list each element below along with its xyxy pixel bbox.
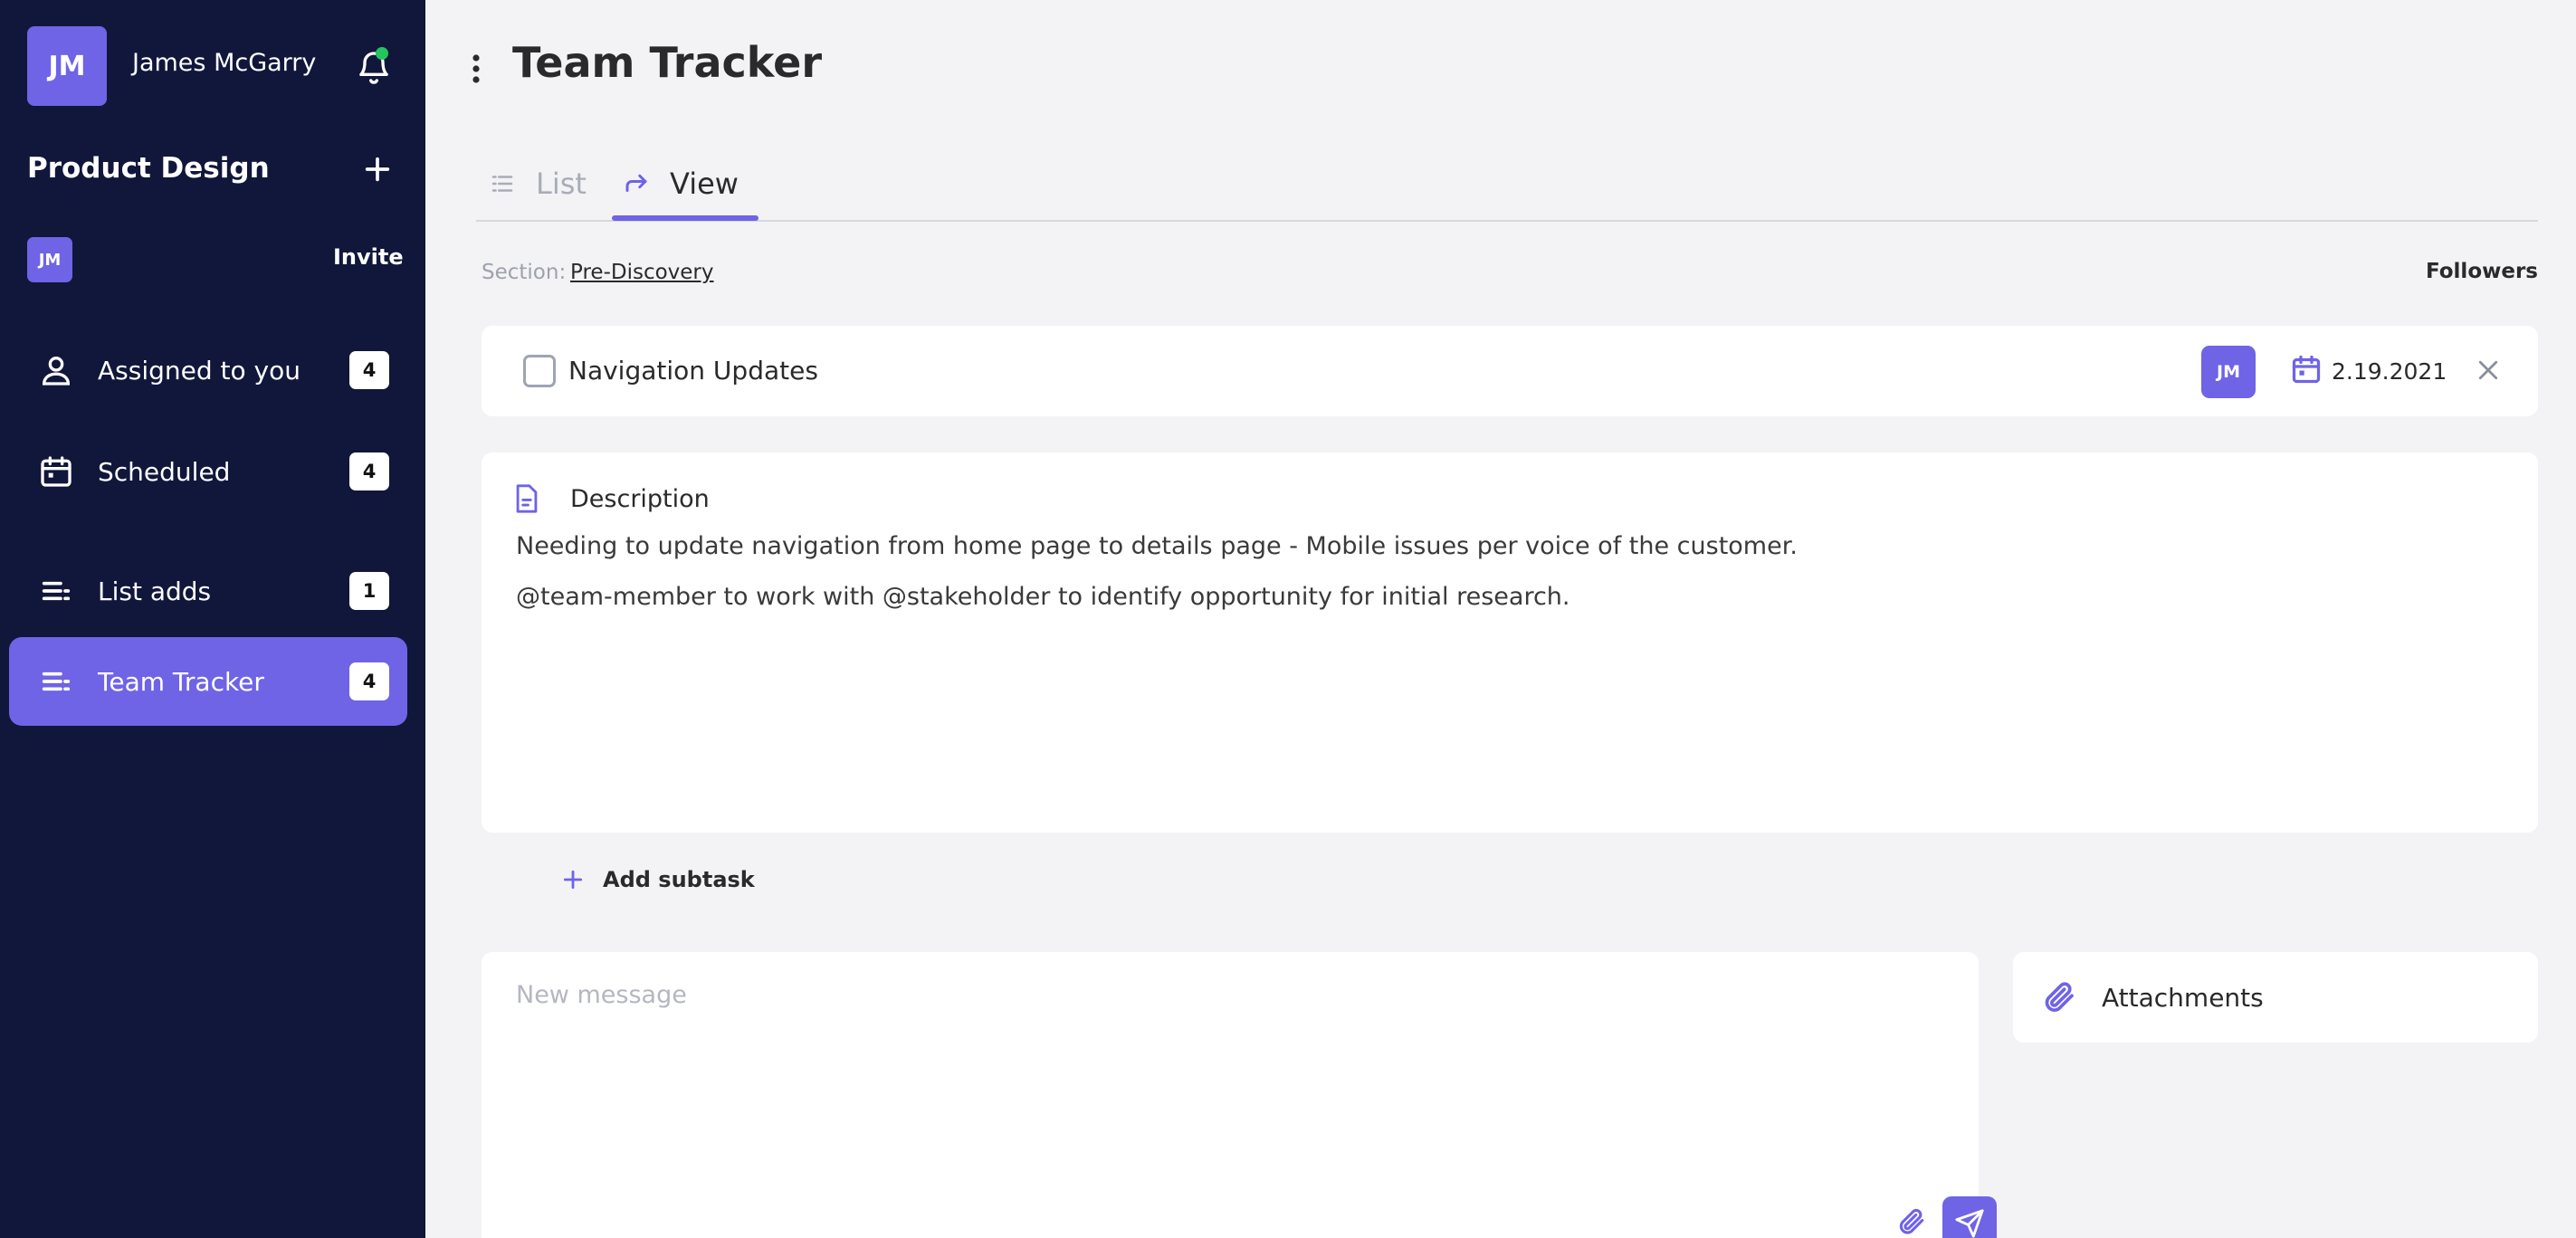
- task-card: Navigation Updates JM 2.19.2021: [482, 326, 2538, 416]
- count-badge: 4: [349, 662, 389, 700]
- sidebar-item-label: Assigned to you: [98, 355, 301, 386]
- tab-list[interactable]: List: [489, 145, 587, 223]
- description-card: Description Needing to update navigation…: [482, 452, 2538, 833]
- calendar-icon[interactable]: [2290, 353, 2323, 386]
- add-subtask-label: Add subtask: [603, 867, 755, 892]
- invite-button[interactable]: Invite: [333, 244, 404, 270]
- more-options-icon[interactable]: [471, 52, 482, 85]
- sidebar-item-list-adds[interactable]: List adds 1: [9, 547, 407, 635]
- user-avatar[interactable]: JM: [27, 26, 107, 106]
- description-text[interactable]: Needing to update navigation from home p…: [516, 532, 1798, 560]
- tab-view[interactable]: View: [623, 145, 739, 223]
- user-name: James McGarry: [132, 49, 317, 77]
- list-icon: [42, 671, 71, 691]
- followers-button[interactable]: Followers: [2426, 260, 2538, 283]
- add-project-button[interactable]: [362, 154, 393, 185]
- due-date[interactable]: 2.19.2021: [2332, 358, 2447, 385]
- sidebar-item-label: List adds: [98, 576, 212, 606]
- project-title: Product Design: [27, 152, 270, 185]
- sidebar-item-team-tracker[interactable]: Team Tracker 4: [9, 637, 407, 726]
- add-subtask-button[interactable]: Add subtask: [561, 867, 755, 892]
- main-content: Team Tracker List View Section: Pre-Disc…: [425, 0, 2576, 1238]
- send-icon: [1955, 1209, 1984, 1238]
- message-composer: [482, 952, 1997, 1238]
- assignee-avatar[interactable]: JM: [2201, 346, 2256, 398]
- section-label: Section:: [482, 261, 567, 284]
- active-tab-indicator: [612, 215, 758, 221]
- count-badge: 4: [349, 452, 389, 490]
- plus-icon: [563, 870, 583, 890]
- count-badge: 1: [349, 572, 389, 610]
- online-status-dot: [376, 47, 388, 60]
- send-button[interactable]: [1942, 1196, 1997, 1238]
- page-title: Team Tracker: [512, 38, 823, 87]
- sidebar-item-label: Scheduled: [98, 456, 231, 487]
- description-text[interactable]: @team-member to work with @stakeholder t…: [516, 583, 1570, 611]
- sidebar-item-label: Team Tracker: [98, 666, 264, 697]
- attachments-card[interactable]: Attachments: [2013, 952, 2538, 1043]
- tabs-divider: [476, 220, 2538, 222]
- close-icon[interactable]: [2475, 357, 2502, 384]
- section-link[interactable]: Pre-Discovery: [570, 261, 714, 284]
- tab-label: List: [536, 167, 587, 201]
- message-input[interactable]: [516, 981, 1874, 1009]
- member-avatar[interactable]: JM: [27, 237, 72, 282]
- sidebar-item-scheduled[interactable]: Scheduled 4: [9, 427, 407, 516]
- attachments-label: Attachments: [2102, 983, 2264, 1013]
- task-name[interactable]: Navigation Updates: [568, 356, 818, 386]
- sidebar: JM James McGarry Product Design JM Invit…: [0, 0, 425, 1238]
- person-icon: [42, 357, 71, 386]
- share-arrow-icon: [625, 174, 647, 192]
- document-icon: [516, 484, 538, 513]
- list-icon: [42, 581, 71, 601]
- calendar-icon: [41, 456, 72, 487]
- task-checkbox[interactable]: [523, 355, 556, 387]
- sidebar-item-assigned[interactable]: Assigned to you 4: [9, 326, 407, 414]
- list-icon: [491, 176, 513, 192]
- description-title: Description: [570, 485, 710, 513]
- paperclip-icon[interactable]: [1895, 1205, 1926, 1238]
- paperclip-icon: [2045, 982, 2074, 1012]
- count-badge: 4: [349, 351, 389, 389]
- tab-label: View: [670, 167, 739, 201]
